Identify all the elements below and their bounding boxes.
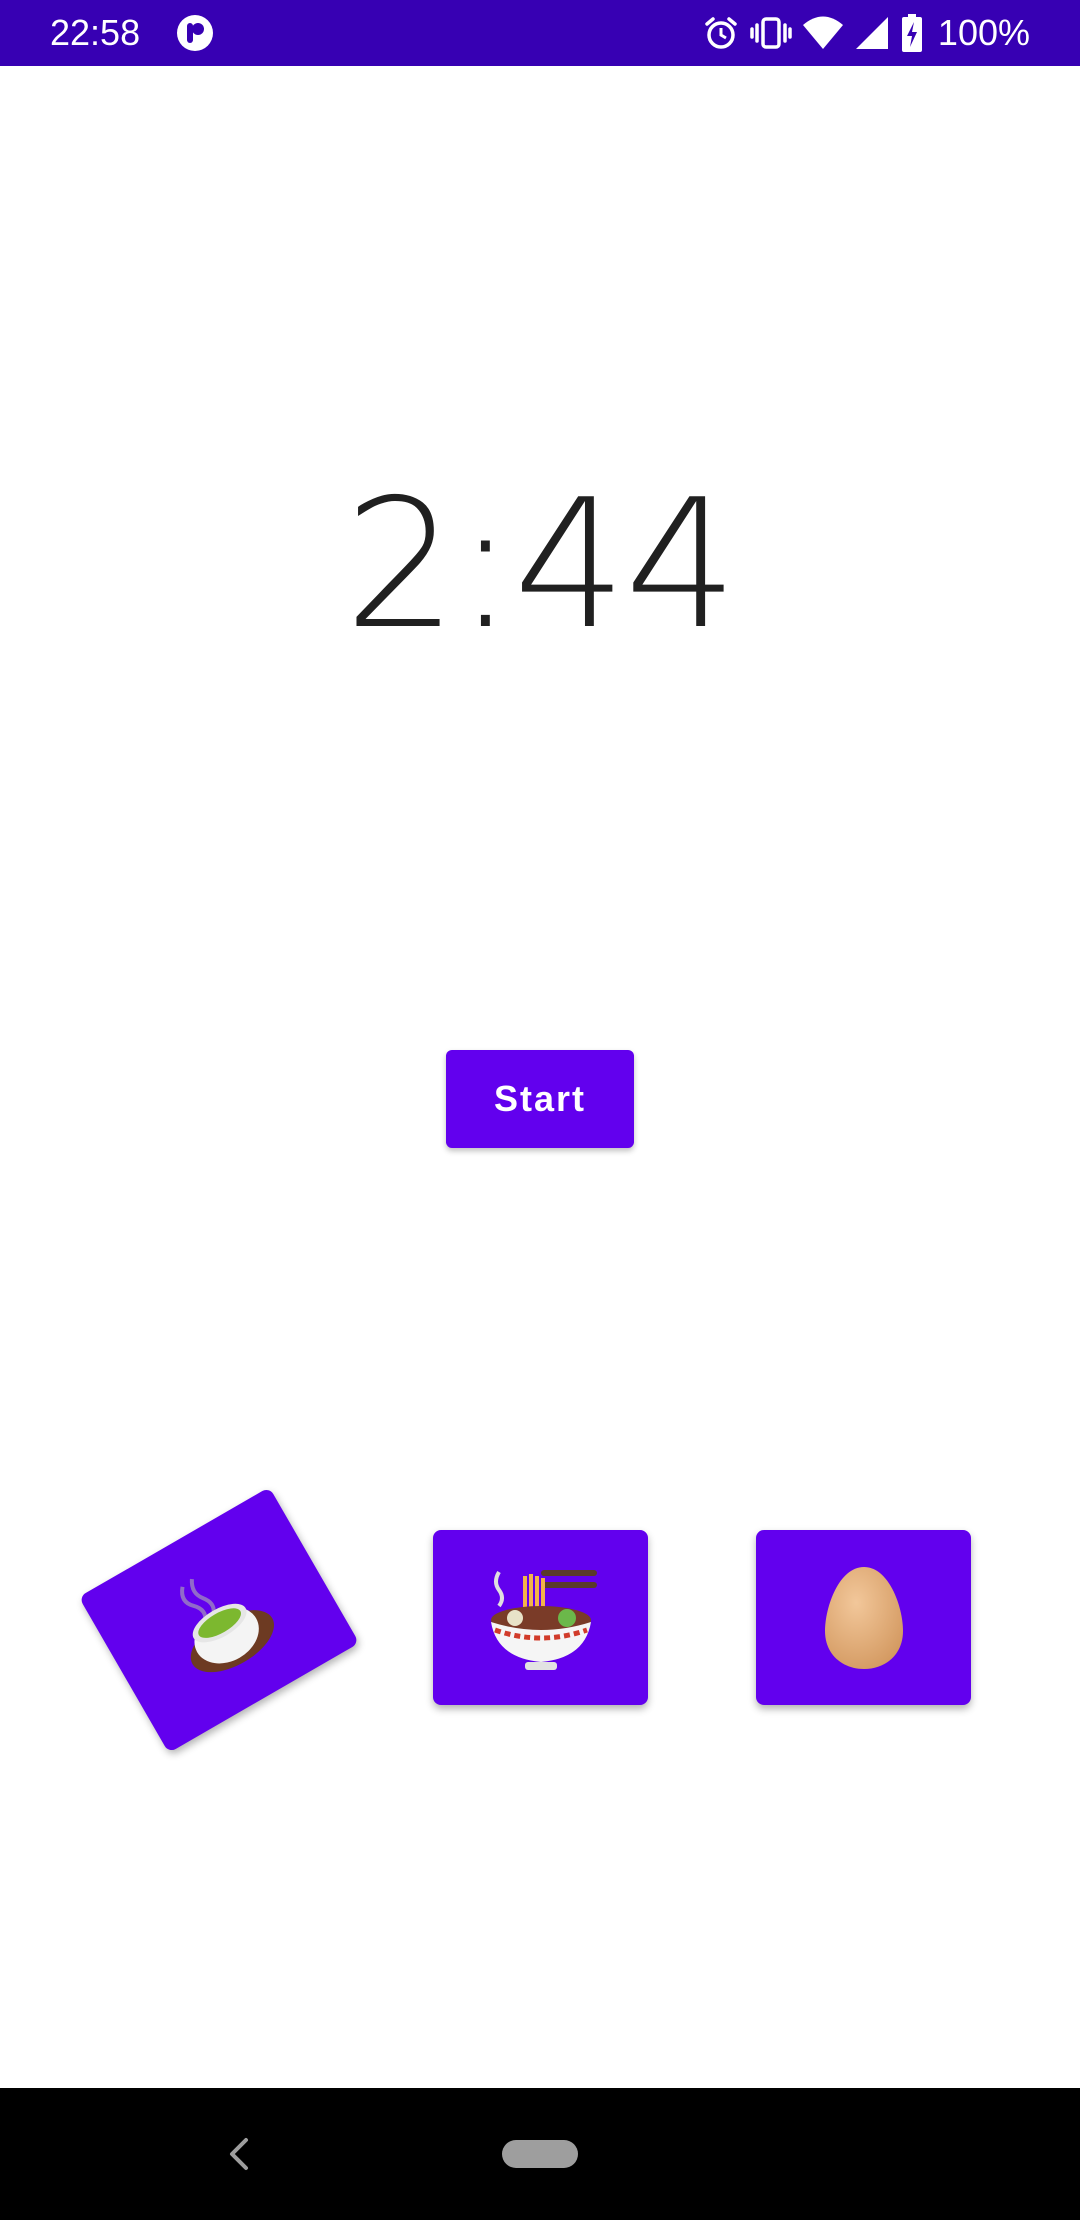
- start-button[interactable]: Start: [446, 1050, 634, 1148]
- home-pill-icon[interactable]: [502, 2140, 578, 2168]
- signal-icon: [854, 14, 890, 52]
- noodles-option-button[interactable]: [433, 1530, 648, 1705]
- tea-option-button[interactable]: [78, 1487, 360, 1753]
- status-bar: 22:58 100%: [0, 0, 1080, 66]
- status-icons: 100%: [702, 10, 1030, 56]
- back-icon[interactable]: [226, 2136, 252, 2177]
- egg-option-button[interactable]: [756, 1530, 971, 1705]
- green-tea-icon: [144, 1545, 294, 1695]
- app-screen: 22:58 100% 2:44 Start: [0, 0, 1080, 2220]
- battery-charging-icon: [900, 13, 924, 53]
- timer-display: 2:44: [344, 461, 738, 668]
- battery-percent: 100%: [937, 12, 1030, 53]
- app-notification-icon: [176, 14, 214, 52]
- status-time: 22:58: [50, 12, 141, 53]
- vibrate-icon: [750, 14, 792, 52]
- alarm-icon: [702, 14, 740, 52]
- egg-icon: [819, 1563, 909, 1673]
- ramen-bowl-icon: [481, 1558, 601, 1678]
- navigation-bar: [0, 2088, 1080, 2220]
- wifi-icon: [802, 14, 844, 52]
